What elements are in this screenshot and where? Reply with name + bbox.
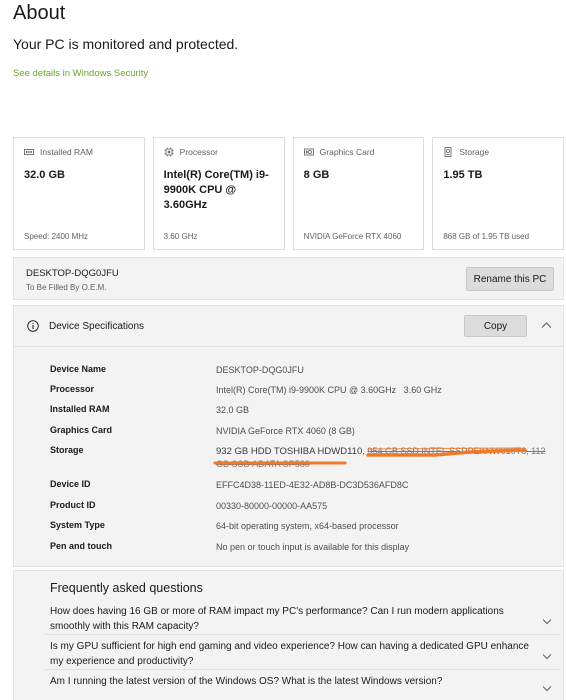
- spec-value: DESKTOP-DQG0JFU: [216, 365, 304, 375]
- ram-card: Installed RAM 32.0 GB Speed: 2400 MHz: [13, 137, 145, 250]
- chevron-down-icon[interactable]: [542, 685, 552, 692]
- rename-pc-button[interactable]: Rename this PC: [466, 267, 554, 291]
- spec-value: EFFC4D38-11ED-4E32-AD8B-DC3D536AFD8C: [216, 480, 409, 490]
- copy-specs-button[interactable]: Copy: [464, 315, 527, 337]
- info-icon: [27, 320, 39, 332]
- ram-card-label: Installed RAM: [40, 147, 93, 157]
- storage-card-label: Storage: [459, 147, 490, 157]
- processor-icon: [164, 147, 174, 157]
- chevron-up-icon[interactable]: [541, 321, 552, 329]
- spec-label: Installed RAM: [50, 404, 110, 414]
- graphics-card-icon: [303, 148, 314, 156]
- faq-item-gpu[interactable]: Is my GPU sufficient for high end gaming…: [50, 639, 530, 669]
- ram-icon: [24, 149, 34, 155]
- graphics-card-foot: NVIDIA GeForce RTX 4060: [303, 232, 402, 241]
- ram-card-value: 32.0 GB: [24, 169, 65, 181]
- spec-value: 32.0 GB: [216, 405, 250, 415]
- storage-card-foot: 868 GB of 1.95 TB used: [443, 232, 530, 241]
- divider: [14, 346, 563, 347]
- device-specifications-panel: Device Specifications Copy Device Name D…: [13, 305, 564, 567]
- spec-label: Pen and touch: [50, 541, 113, 551]
- spec-label: Graphics Card: [50, 425, 113, 435]
- spec-label: System Type: [50, 520, 105, 530]
- spec-value: 64-bit operating system, x64-based proce…: [216, 521, 399, 531]
- ram-card-foot: Speed: 2400 MHz: [24, 232, 89, 241]
- storage-hdd-text: 932 GB HDD TOSHIBA HDWD110,: [216, 446, 365, 457]
- spec-value: Intel(R) Core(TM) i9-9900K CPU @ 3.60GHz…: [216, 385, 442, 395]
- processor-card-value: Intel(R) Core(TM) i9-9900K CPU @ 3.60GHz: [163, 169, 269, 211]
- spec-label: Processor: [50, 384, 95, 394]
- faq-item-windows-version[interactable]: Am I running the latest version of the W…: [50, 674, 530, 689]
- spec-value: NVIDIA GeForce RTX 4060 (8 GB): [216, 426, 355, 436]
- faq-item-ram[interactable]: How does having 16 GB or more of RAM imp…: [50, 604, 530, 634]
- spec-label: Device Name: [50, 364, 107, 374]
- graphics-card-label: Graphics Card: [319, 147, 375, 157]
- spec-label: Storage: [50, 445, 84, 455]
- protection-status: Your PC is monitored and protected.: [13, 36, 239, 52]
- graphics-card-value: 8 GB: [303, 169, 330, 181]
- faq-heading: Frequently asked questions: [50, 581, 203, 595]
- divider: [44, 634, 559, 635]
- spec-label: Device ID: [50, 479, 91, 489]
- device-manufacturer: To Be Filled By O.E.M.: [26, 283, 107, 292]
- processor-card-label: Processor: [179, 147, 218, 157]
- hardware-summary-cards: Installed RAM 32.0 GB Speed: 2400 MHz Pr…: [13, 137, 565, 250]
- divider: [44, 669, 559, 670]
- device-specifications-title: Device Specifications: [49, 321, 145, 332]
- spec-value: 932 GB HDD TOSHIBA HDWD110, 954 GB SSD I…: [216, 445, 556, 471]
- chevron-down-icon[interactable]: [542, 618, 552, 625]
- device-specifications-header[interactable]: Device Specifications Copy: [14, 306, 563, 346]
- processor-card-foot: 3.60 GHz: [163, 232, 198, 241]
- spec-value: No pen or touch input is available for t…: [216, 542, 410, 552]
- device-name-bar: DESKTOP-DQG0JFU To Be Filled By O.E.M. R…: [13, 257, 564, 300]
- chevron-down-icon[interactable]: [542, 653, 552, 660]
- windows-security-link[interactable]: See details in Windows Security: [13, 68, 148, 79]
- processor-card: Processor Intel(R) Core(TM) i9-9900K CPU…: [152, 137, 285, 250]
- spec-label: Product ID: [50, 500, 96, 510]
- faq-panel: Frequently asked questions How does havi…: [13, 570, 564, 700]
- storage-card: Storage 1.95 TB 868 GB of 1.95 TB used: [432, 137, 565, 250]
- storage-card-value: 1.95 TB: [443, 169, 483, 181]
- spec-value: 00330-80000-00000-AA575: [216, 501, 328, 511]
- storage-icon: [444, 147, 452, 157]
- device-name: DESKTOP-DQG0JFU: [26, 268, 119, 279]
- page-title: About: [13, 2, 66, 24]
- graphics-card-card: Graphics Card 8 GB NVIDIA GeForce RTX 40…: [292, 137, 425, 250]
